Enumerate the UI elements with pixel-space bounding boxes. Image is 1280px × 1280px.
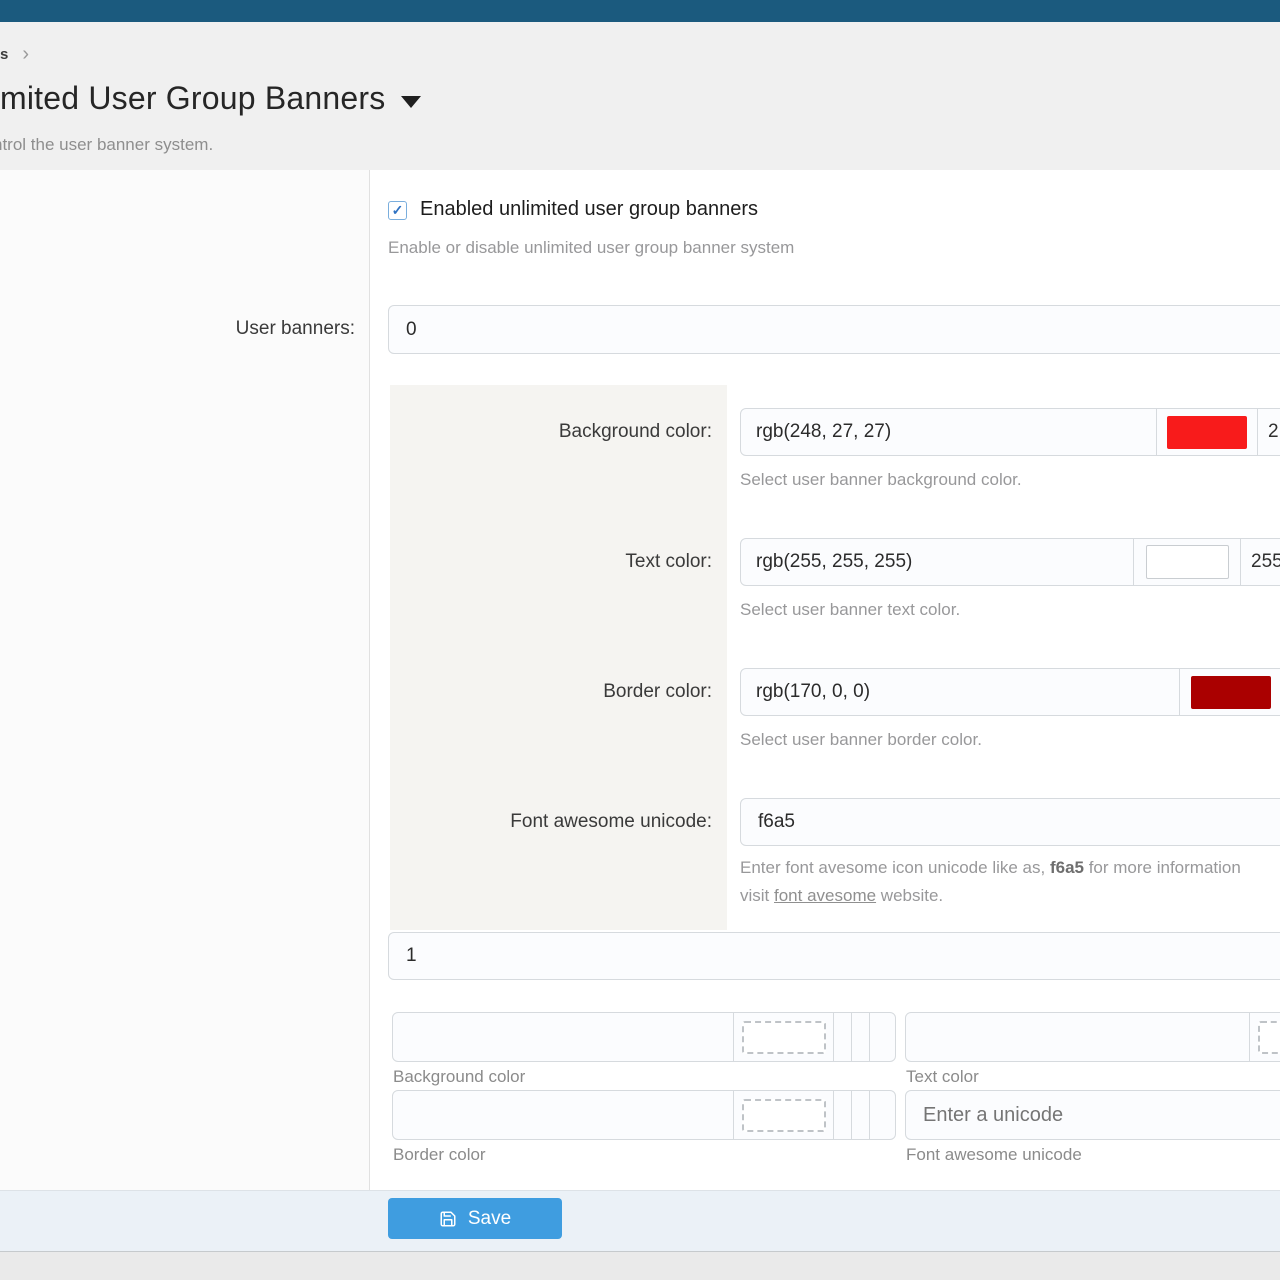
border-color-swatch-cell[interactable] bbox=[1179, 669, 1280, 715]
save-button[interactable]: Save bbox=[388, 1198, 562, 1239]
top-navigation-bar bbox=[0, 0, 1280, 22]
new-background-control-cell[interactable] bbox=[869, 1013, 895, 1061]
font-awesome-hint-line1: Enter font avesome icon unicode like as,… bbox=[740, 858, 1280, 878]
background-color-swatch[interactable] bbox=[1167, 416, 1247, 449]
new-border-color-picker bbox=[392, 1090, 896, 1140]
font-awesome-hint-line2: visit font avesome website. bbox=[740, 886, 943, 906]
new-background-control-cell[interactable] bbox=[833, 1013, 851, 1061]
background-color-channel-value: 2 bbox=[1258, 421, 1279, 443]
border-color-hint: Select user banner border color. bbox=[740, 730, 982, 750]
new-text-swatch-cell[interactable] bbox=[1249, 1013, 1280, 1061]
breadcrumb-item[interactable]: s bbox=[0, 46, 8, 63]
save-floppy-icon bbox=[439, 1210, 457, 1228]
new-background-color-label: Background color bbox=[393, 1067, 525, 1087]
user-banners-input[interactable] bbox=[388, 305, 1280, 354]
text-color-label: Text color: bbox=[390, 551, 712, 573]
font-awesome-unicode-label: Font awesome unicode: bbox=[390, 811, 712, 833]
border-color-swatch[interactable] bbox=[1191, 676, 1271, 709]
background-color-swatch-cell[interactable] bbox=[1156, 409, 1257, 455]
font-awesome-unicode-input[interactable] bbox=[740, 798, 1280, 846]
title-menu-caret-icon[interactable] bbox=[401, 96, 421, 108]
text-color-input[interactable] bbox=[741, 539, 1133, 585]
enable-banners-checkbox[interactable]: ✓ bbox=[388, 201, 407, 220]
background-color-picker: 2 bbox=[740, 408, 1280, 456]
new-text-swatch-placeholder bbox=[1258, 1021, 1280, 1054]
fa-hint2-text: visit bbox=[740, 886, 774, 905]
text-color-channel-cell[interactable]: 255 bbox=[1240, 539, 1280, 585]
checkbox-check-icon: ✓ bbox=[392, 202, 404, 219]
save-button-label: Save bbox=[468, 1208, 511, 1230]
border-color-label: Border color: bbox=[390, 681, 712, 703]
admin-options-page: s › mited User Group Banners ntrol the u… bbox=[0, 0, 1280, 1280]
new-background-color-picker bbox=[392, 1012, 896, 1062]
new-border-color-input[interactable] bbox=[393, 1091, 733, 1139]
text-color-swatch[interactable] bbox=[1146, 545, 1229, 579]
new-text-color-picker bbox=[905, 1012, 1280, 1062]
new-border-swatch-cell[interactable] bbox=[733, 1091, 833, 1139]
background-color-input[interactable] bbox=[741, 409, 1156, 455]
new-font-awesome-unicode-label: Font awesome unicode bbox=[906, 1145, 1082, 1165]
display-order-input[interactable] bbox=[388, 932, 1280, 980]
new-background-swatch-placeholder bbox=[742, 1021, 826, 1054]
chevron-right-icon: › bbox=[22, 45, 29, 63]
border-color-input[interactable] bbox=[741, 669, 1179, 715]
new-background-control-cell[interactable] bbox=[851, 1013, 869, 1061]
new-text-color-input[interactable] bbox=[906, 1013, 1249, 1061]
text-color-hint: Select user banner text color. bbox=[740, 600, 960, 620]
fa-hint1-text: Enter font avesome icon unicode like as, bbox=[740, 858, 1050, 877]
enable-banners-label[interactable]: Enabled unlimited user group banners bbox=[420, 198, 758, 221]
new-background-swatch-cell[interactable] bbox=[733, 1013, 833, 1061]
new-border-control-cell[interactable] bbox=[833, 1091, 851, 1139]
page-subtitle: ntrol the user banner system. bbox=[0, 135, 213, 155]
banner-editor-panel bbox=[390, 385, 727, 930]
user-banners-label: User banners: bbox=[0, 318, 355, 340]
background-color-channel-cell[interactable]: 2 bbox=[1257, 409, 1280, 455]
text-color-picker: 255 bbox=[740, 538, 1280, 586]
new-text-color-label: Text color bbox=[906, 1067, 979, 1087]
new-background-color-input[interactable] bbox=[393, 1013, 733, 1061]
text-color-swatch-cell[interactable] bbox=[1133, 539, 1240, 585]
font-awesome-link[interactable]: font avesome bbox=[774, 886, 876, 905]
form-footer bbox=[0, 1190, 1280, 1251]
background-color-label: Background color: bbox=[390, 421, 712, 443]
page-title: mited User Group Banners bbox=[0, 80, 421, 117]
page-title-text: mited User Group Banners bbox=[0, 80, 385, 117]
fa-hint2-tail: website. bbox=[876, 886, 943, 905]
border-color-picker bbox=[740, 668, 1280, 716]
new-border-control-cell[interactable] bbox=[869, 1091, 895, 1139]
new-border-control-cell[interactable] bbox=[851, 1091, 869, 1139]
background-color-hint: Select user banner background color. bbox=[740, 470, 1022, 490]
fa-hint1-code: f6a5 bbox=[1050, 858, 1084, 877]
breadcrumb: s › bbox=[0, 44, 29, 64]
new-font-awesome-unicode-input[interactable] bbox=[905, 1090, 1280, 1140]
enable-banners-hint: Enable or disable unlimited user group b… bbox=[388, 238, 794, 258]
page-bottom-strip bbox=[0, 1251, 1280, 1280]
new-border-color-label: Border color bbox=[393, 1145, 486, 1165]
new-border-swatch-placeholder bbox=[742, 1099, 826, 1132]
fa-hint1-tail: for more information bbox=[1084, 858, 1241, 877]
text-color-channel-value: 255 bbox=[1241, 551, 1280, 573]
